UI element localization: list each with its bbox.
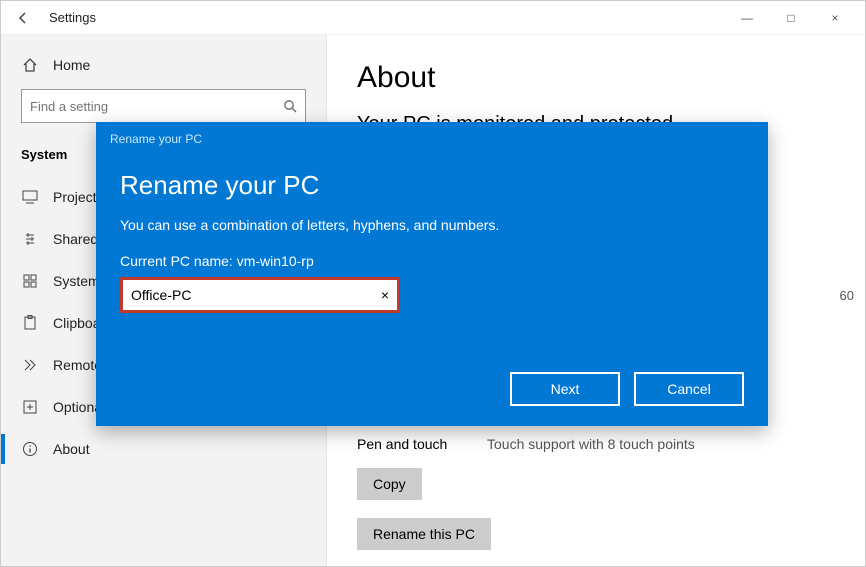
search-field[interactable] <box>30 99 283 114</box>
close-button[interactable]: × <box>813 2 857 34</box>
pen-touch-label: Pen and touch <box>357 436 487 452</box>
titlebar: Settings — □ × <box>1 1 865 35</box>
sidebar-home[interactable]: Home <box>21 49 306 89</box>
components-icon <box>21 273 39 289</box>
back-button[interactable] <box>9 4 37 32</box>
dialog-description: You can use a combination of letters, hy… <box>120 217 744 233</box>
features-icon <box>21 399 39 415</box>
clipboard-icon <box>21 315 39 331</box>
minimize-button[interactable]: — <box>725 2 769 34</box>
home-icon <box>21 57 39 73</box>
window-title: Settings <box>49 10 96 25</box>
clear-input-icon[interactable]: × <box>381 287 389 303</box>
sidebar-item-label: About <box>53 441 90 457</box>
dialog-small-title: Rename your PC <box>96 122 768 146</box>
pc-name-input[interactable] <box>131 287 381 303</box>
shared-icon <box>21 231 39 247</box>
about-icon <box>21 441 39 457</box>
remote-icon <box>21 357 39 373</box>
rename-pc-dialog: Rename your PC Rename your PC You can us… <box>96 122 768 426</box>
close-icon: × <box>831 11 838 25</box>
partial-value: 60 <box>840 288 854 303</box>
sidebar-home-label: Home <box>53 57 90 73</box>
page-title: About <box>357 61 835 95</box>
cancel-button[interactable]: Cancel <box>634 372 744 406</box>
pen-touch-value: Touch support with 8 touch points <box>487 436 695 452</box>
next-button[interactable]: Next <box>510 372 620 406</box>
dialog-heading: Rename your PC <box>120 170 744 201</box>
projecting-icon <box>21 190 39 204</box>
pc-name-input-wrap: × <box>120 277 400 313</box>
copy-button[interactable]: Copy <box>357 468 422 500</box>
rename-pc-button[interactable]: Rename this PC <box>357 518 491 550</box>
maximize-button[interactable]: □ <box>769 2 813 34</box>
minimize-icon: — <box>741 11 753 25</box>
current-pc-name-label: Current PC name: vm-win10-rp <box>120 253 744 269</box>
maximize-icon: □ <box>787 11 794 25</box>
search-input[interactable] <box>21 89 306 123</box>
search-icon <box>283 99 297 113</box>
back-arrow-icon <box>16 11 30 25</box>
sidebar-item-about[interactable]: About <box>1 428 326 470</box>
